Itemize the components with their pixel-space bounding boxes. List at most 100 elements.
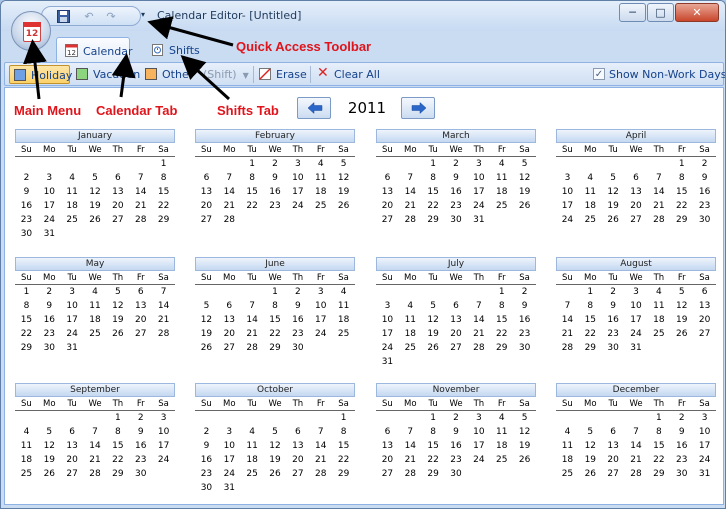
- day-cell[interactable]: 2: [129, 411, 152, 425]
- day-cell[interactable]: 11: [84, 299, 107, 313]
- day-cell[interactable]: 27: [445, 341, 468, 355]
- day-cell[interactable]: 2: [445, 411, 468, 425]
- day-cell[interactable]: 6: [106, 171, 129, 185]
- day-cell[interactable]: 14: [647, 185, 670, 199]
- day-cell[interactable]: 23: [129, 453, 152, 467]
- day-cell[interactable]: 20: [602, 453, 625, 467]
- day-cell[interactable]: 8: [579, 299, 602, 313]
- day-cell[interactable]: 27: [218, 341, 241, 355]
- day-cell[interactable]: 9: [38, 299, 61, 313]
- day-cell[interactable]: 11: [309, 171, 332, 185]
- day-cell[interactable]: 31: [376, 355, 399, 369]
- day-cell[interactable]: 20: [195, 199, 218, 213]
- day-cell[interactable]: 6: [129, 285, 152, 299]
- day-cell[interactable]: 25: [309, 199, 332, 213]
- day-cell[interactable]: 14: [152, 299, 175, 313]
- day-cell[interactable]: 28: [241, 341, 264, 355]
- day-cell[interactable]: 10: [556, 185, 579, 199]
- day-cell[interactable]: 23: [445, 453, 468, 467]
- day-cell[interactable]: 31: [625, 341, 648, 355]
- day-cell[interactable]: 4: [579, 171, 602, 185]
- day-cell[interactable]: 26: [84, 213, 107, 227]
- day-cell[interactable]: 20: [693, 313, 716, 327]
- day-cell[interactable]: 7: [84, 425, 107, 439]
- day-cell[interactable]: 10: [467, 171, 490, 185]
- day-cell[interactable]: 15: [422, 439, 445, 453]
- day-cell[interactable]: 18: [579, 199, 602, 213]
- day-cell[interactable]: 31: [693, 467, 716, 481]
- day-cell[interactable]: 30: [445, 467, 468, 481]
- day-cell[interactable]: 2: [602, 285, 625, 299]
- day-cell[interactable]: 7: [647, 171, 670, 185]
- day-cell[interactable]: 16: [445, 439, 468, 453]
- save-icon[interactable]: [56, 10, 70, 24]
- day-cell[interactable]: 26: [38, 467, 61, 481]
- day-cell[interactable]: 18: [490, 185, 513, 199]
- day-cell[interactable]: 29: [670, 213, 693, 227]
- day-cell[interactable]: 12: [264, 439, 287, 453]
- day-cell[interactable]: 5: [264, 425, 287, 439]
- day-cell[interactable]: 11: [490, 171, 513, 185]
- day-cell[interactable]: 9: [264, 171, 287, 185]
- day-cell[interactable]: 10: [693, 425, 716, 439]
- day-cell[interactable]: 15: [670, 185, 693, 199]
- day-cell[interactable]: 21: [218, 199, 241, 213]
- day-cell[interactable]: 19: [264, 453, 287, 467]
- day-cell[interactable]: 19: [106, 313, 129, 327]
- day-cell[interactable]: 2: [286, 285, 309, 299]
- day-cell[interactable]: 10: [286, 171, 309, 185]
- day-cell[interactable]: 8: [490, 299, 513, 313]
- day-cell[interactable]: 25: [556, 467, 579, 481]
- day-cell[interactable]: 24: [467, 453, 490, 467]
- day-cell[interactable]: 1: [15, 285, 38, 299]
- day-cell[interactable]: 23: [602, 327, 625, 341]
- day-cell[interactable]: 11: [579, 185, 602, 199]
- day-cell[interactable]: 3: [625, 285, 648, 299]
- day-cell[interactable]: 3: [38, 171, 61, 185]
- day-cell[interactable]: 23: [445, 199, 468, 213]
- day-cell[interactable]: 22: [264, 327, 287, 341]
- day-cell[interactable]: 23: [286, 327, 309, 341]
- day-cell[interactable]: 15: [106, 439, 129, 453]
- day-cell[interactable]: 14: [399, 439, 422, 453]
- day-cell[interactable]: 22: [332, 453, 355, 467]
- day-cell[interactable]: 12: [602, 185, 625, 199]
- day-cell[interactable]: 5: [670, 285, 693, 299]
- day-cell[interactable]: 22: [15, 327, 38, 341]
- day-cell[interactable]: 21: [467, 327, 490, 341]
- customize-toolbar-icon[interactable]: ▾: [141, 10, 145, 19]
- day-cell[interactable]: 30: [513, 341, 536, 355]
- day-cell[interactable]: 25: [579, 213, 602, 227]
- day-cell[interactable]: 13: [218, 313, 241, 327]
- day-cell[interactable]: 8: [647, 425, 670, 439]
- day-cell[interactable]: 17: [556, 199, 579, 213]
- day-cell[interactable]: 3: [218, 425, 241, 439]
- day-cell[interactable]: 8: [106, 425, 129, 439]
- day-cell[interactable]: 24: [38, 213, 61, 227]
- previous-year-button[interactable]: [297, 97, 331, 119]
- day-cell[interactable]: 9: [445, 171, 468, 185]
- day-cell[interactable]: 25: [61, 213, 84, 227]
- day-cell[interactable]: 11: [332, 299, 355, 313]
- day-cell[interactable]: 3: [376, 299, 399, 313]
- day-cell[interactable]: 26: [332, 199, 355, 213]
- day-cell[interactable]: 24: [309, 327, 332, 341]
- day-cell[interactable]: 5: [422, 299, 445, 313]
- checkbox[interactable]: ✓: [593, 68, 605, 80]
- day-cell[interactable]: 23: [693, 199, 716, 213]
- day-cell[interactable]: 5: [602, 171, 625, 185]
- day-cell[interactable]: 30: [195, 481, 218, 495]
- day-cell[interactable]: 9: [195, 439, 218, 453]
- erase-button[interactable]: Erase: [255, 65, 311, 84]
- day-cell[interactable]: 13: [693, 299, 716, 313]
- day-cell[interactable]: 12: [513, 425, 536, 439]
- day-cell[interactable]: 10: [152, 425, 175, 439]
- day-cell[interactable]: 16: [129, 439, 152, 453]
- day-cell[interactable]: 28: [647, 213, 670, 227]
- day-cell[interactable]: 13: [602, 439, 625, 453]
- day-cell[interactable]: 8: [670, 171, 693, 185]
- day-cell[interactable]: 26: [422, 341, 445, 355]
- day-cell[interactable]: 23: [670, 453, 693, 467]
- day-cell[interactable]: 28: [399, 213, 422, 227]
- day-cell[interactable]: 29: [332, 467, 355, 481]
